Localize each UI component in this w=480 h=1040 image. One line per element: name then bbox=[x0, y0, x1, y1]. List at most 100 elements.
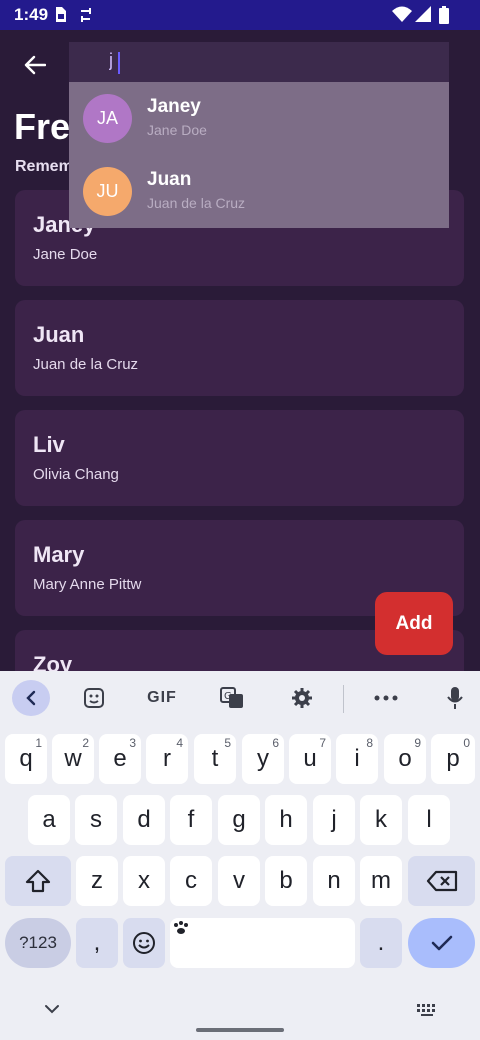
sticker-button[interactable] bbox=[78, 679, 110, 717]
key-l[interactable]: l bbox=[408, 795, 450, 845]
microphone-icon bbox=[447, 687, 463, 709]
key-k[interactable]: k bbox=[360, 795, 402, 845]
suggestion-item[interactable]: JU Juan Juan de la Cruz bbox=[69, 155, 449, 228]
more-horiz-icon bbox=[374, 695, 398, 701]
key-label: i bbox=[354, 745, 360, 772]
period-key[interactable]: . bbox=[360, 918, 402, 968]
key-hint: 8 bbox=[366, 736, 373, 750]
status-time: 1:49 bbox=[14, 5, 49, 24]
key-u[interactable]: u7 bbox=[289, 734, 331, 784]
key-hint: 2 bbox=[82, 736, 89, 750]
page-title: Fre bbox=[14, 106, 71, 147]
key-s[interactable]: s bbox=[75, 795, 117, 845]
translate-button[interactable]: G bbox=[216, 679, 248, 717]
key-label: e bbox=[113, 745, 127, 772]
collapse-toolbar-button[interactable] bbox=[12, 680, 50, 716]
friend-full-name: Olivia Chang bbox=[33, 466, 119, 483]
key-hint: 3 bbox=[129, 736, 136, 750]
key-label: o bbox=[398, 745, 412, 772]
key-f[interactable]: f bbox=[170, 795, 212, 845]
key-label: p bbox=[446, 745, 460, 772]
gear-icon bbox=[292, 688, 312, 708]
key-n[interactable]: n bbox=[313, 856, 355, 906]
emoji-key[interactable] bbox=[123, 918, 165, 968]
key-hint: 5 bbox=[224, 736, 231, 750]
more-button[interactable] bbox=[370, 679, 402, 717]
suggestion-full-name: Juan de la Cruz bbox=[147, 195, 246, 211]
avatar: JU bbox=[83, 167, 132, 216]
add-button[interactable]: Add bbox=[375, 592, 453, 655]
gif-button[interactable]: GIF bbox=[140, 679, 184, 717]
key-label: q bbox=[19, 745, 33, 772]
key-a[interactable]: a bbox=[28, 795, 70, 845]
key-h[interactable]: h bbox=[265, 795, 307, 845]
key-r[interactable]: r4 bbox=[146, 734, 188, 784]
hide-keyboard-button[interactable] bbox=[42, 1001, 62, 1020]
sim-card-icon bbox=[54, 6, 67, 27]
key-i[interactable]: i8 bbox=[336, 734, 378, 784]
key-t[interactable]: t5 bbox=[194, 734, 236, 784]
keyboard-switch-button[interactable] bbox=[416, 1002, 438, 1021]
arrow-back-icon bbox=[24, 55, 46, 75]
key-hint: 4 bbox=[176, 736, 183, 750]
friend-full-name: Mary Anne Pittw bbox=[33, 576, 142, 593]
page-subtitle: Remem bbox=[15, 158, 73, 175]
space-key[interactable] bbox=[170, 918, 355, 968]
key-label: u bbox=[303, 745, 317, 772]
key-q[interactable]: q1 bbox=[5, 734, 47, 784]
key-hint: 1 bbox=[35, 736, 42, 750]
key-p[interactable]: p0 bbox=[431, 734, 475, 784]
toolbar-divider bbox=[343, 685, 344, 713]
symbols-key[interactable]: ?123 bbox=[5, 918, 71, 968]
key-label: y bbox=[257, 745, 269, 772]
app-screen: Fre Remem Janey Jane Doe Juan Juan de la… bbox=[0, 30, 480, 671]
friend-full-name: Jane Doe bbox=[33, 246, 98, 263]
suggestion-nickname: Janey bbox=[147, 96, 201, 117]
friend-nickname: Mary bbox=[33, 542, 85, 567]
svg-text:G: G bbox=[224, 691, 232, 702]
key-m[interactable]: m bbox=[360, 856, 402, 906]
text-cursor bbox=[118, 52, 120, 74]
key-y[interactable]: y6 bbox=[242, 734, 284, 784]
keyboard-icon bbox=[417, 1004, 435, 1016]
search-bar[interactable] bbox=[69, 42, 449, 82]
key-hint: 9 bbox=[414, 736, 421, 750]
signal-icon bbox=[415, 6, 431, 26]
voice-input-button[interactable] bbox=[440, 679, 470, 717]
enter-key[interactable] bbox=[408, 918, 475, 968]
key-o[interactable]: o9 bbox=[384, 734, 426, 784]
key-d[interactable]: d bbox=[123, 795, 165, 845]
key-hint: 0 bbox=[463, 736, 470, 750]
friend-nickname: Juan bbox=[33, 322, 85, 347]
key-x[interactable]: x bbox=[123, 856, 165, 906]
sticker-icon bbox=[84, 688, 104, 708]
suggestion-item[interactable]: JA Janey Jane Doe bbox=[69, 82, 449, 155]
settings-button[interactable] bbox=[286, 679, 318, 717]
key-j[interactable]: j bbox=[313, 795, 355, 845]
key-w[interactable]: w2 bbox=[52, 734, 94, 784]
key-g[interactable]: g bbox=[218, 795, 260, 845]
key-c[interactable]: c bbox=[170, 856, 212, 906]
shift-key[interactable] bbox=[5, 856, 71, 906]
key-z[interactable]: z bbox=[76, 856, 118, 906]
search-input[interactable] bbox=[109, 50, 409, 71]
back-button[interactable] bbox=[18, 50, 52, 80]
backspace-key[interactable] bbox=[408, 856, 475, 906]
key-b[interactable]: b bbox=[265, 856, 307, 906]
comma-key[interactable]: , bbox=[76, 918, 118, 968]
suggestion-full-name: Jane Doe bbox=[147, 122, 207, 138]
key-v[interactable]: v bbox=[218, 856, 260, 906]
key-e[interactable]: e3 bbox=[99, 734, 141, 784]
chevron-down-icon bbox=[45, 1005, 59, 1014]
key-hint: 6 bbox=[272, 736, 279, 750]
home-indicator[interactable] bbox=[196, 1028, 284, 1032]
shift-icon bbox=[25, 869, 51, 893]
friend-full-name: Juan de la Cruz bbox=[33, 356, 139, 373]
check-icon bbox=[431, 935, 452, 951]
backspace-icon bbox=[426, 870, 457, 892]
friend-card[interactable]: Juan Juan de la Cruz bbox=[15, 300, 464, 396]
translate-icon: G bbox=[220, 687, 243, 708]
status-bar: 1:49 bbox=[0, 0, 480, 30]
friend-nickname: Liv bbox=[33, 432, 65, 457]
friend-card[interactable]: Liv Olivia Chang bbox=[15, 410, 464, 506]
